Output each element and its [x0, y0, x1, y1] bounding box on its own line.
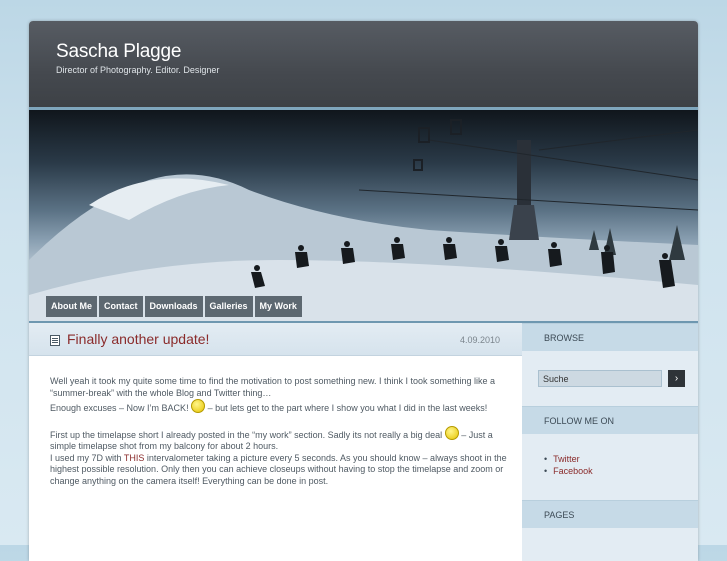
- search-button[interactable]: ›: [668, 370, 685, 387]
- post-text: Enough excuses – Now I’m BACK!: [50, 403, 189, 413]
- nav-galleries[interactable]: Galleries: [204, 296, 253, 317]
- nav-downloads[interactable]: Downloads: [144, 296, 203, 317]
- post-paragraph: Well yeah it took my quite some time to …: [50, 376, 496, 398]
- smiley-icon: [444, 425, 459, 440]
- site-title[interactable]: Sascha Plagge: [56, 41, 181, 63]
- browse-heading: BROWSE: [522, 323, 698, 351]
- post-title[interactable]: Finally another update!: [67, 331, 209, 347]
- post-date: 4.09.2010: [459, 335, 500, 345]
- document-icon: [50, 335, 60, 346]
- site-description: Director of Photography. Editor. Designe…: [56, 65, 220, 75]
- header-banner-image: [29, 110, 698, 321]
- nav-about-me[interactable]: About Me: [46, 296, 97, 317]
- intervalometer-link[interactable]: THIS: [124, 453, 145, 463]
- post-text: – but lets get to the part where I show …: [207, 403, 488, 413]
- post-paragraph: Enough excuses – Now I’m BACK! – but let…: [50, 399, 510, 415]
- post-body: Well yeah it took my quite some time to …: [50, 376, 510, 487]
- follow-link-twitter[interactable]: Twitter: [544, 453, 593, 465]
- post-text: I used my 7D with: [50, 452, 122, 463]
- pages-heading: PAGES: [522, 500, 698, 528]
- smiley-icon: [191, 399, 206, 413]
- nav-my-work[interactable]: My Work: [254, 296, 302, 317]
- post-header: Finally another update! 4.09.2010: [29, 323, 522, 356]
- follow-list: Twitter Facebook: [544, 453, 593, 477]
- nav-contact[interactable]: Contact: [99, 296, 143, 317]
- main-navigation: About Me Contact Downloads Galleries My …: [46, 296, 302, 317]
- site-header: Sascha Plagge Director of Photography. E…: [29, 21, 698, 110]
- main-content: Finally another update! 4.09.2010 Well y…: [29, 323, 522, 561]
- post-text: First up the timelapse short I already p…: [50, 429, 443, 440]
- follow-link-facebook[interactable]: Facebook: [544, 465, 593, 477]
- follow-heading: FOLLOW ME ON: [522, 406, 698, 434]
- page: Sascha Plagge Director of Photography. E…: [29, 21, 698, 561]
- search-input[interactable]: [538, 370, 662, 387]
- sidebar: BROWSE › FOLLOW ME ON Twitter Facebook P…: [522, 323, 698, 561]
- post-paragraph: First up the timelapse short I already p…: [50, 425, 510, 488]
